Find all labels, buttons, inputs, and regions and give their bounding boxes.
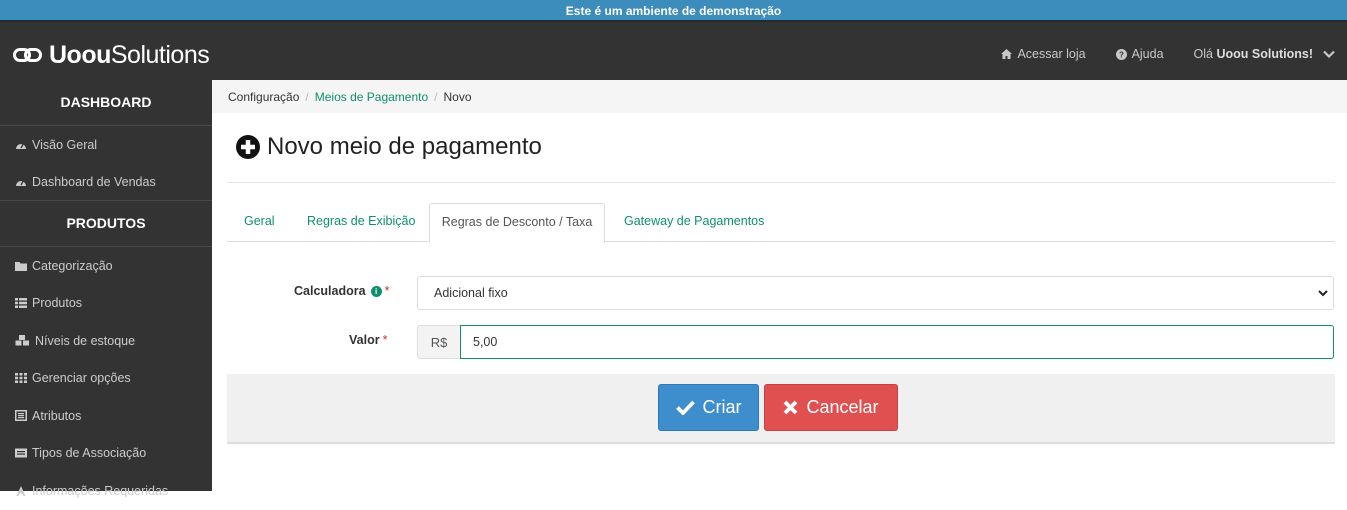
id-card-icon	[15, 448, 27, 458]
help-link-label: Ajuda	[1131, 47, 1164, 61]
calculator-select[interactable]: Adicional fixo	[417, 276, 1334, 310]
top-nav-links: Acessar loja ? Ajuda Olá Uoou Solutions!	[1001, 44, 1347, 64]
title-divider	[227, 182, 1335, 183]
sidebar-item-label: Atributos	[32, 408, 82, 423]
top-navbar: UoouSolutions Acessar loja ? Ajuda Olá U…	[0, 22, 1347, 80]
breadcrumb-separator: /	[305, 89, 309, 104]
sidebar-header-produtos: PRODUTOS	[0, 201, 212, 247]
sidebar-item-label: Dashboard de Vendas	[32, 174, 156, 189]
dashboard-icon	[16, 142, 26, 149]
dashboard-icon	[16, 179, 26, 186]
sidebar-header-dashboard: DASHBOARD	[0, 80, 212, 126]
check-icon	[675, 400, 695, 415]
list-icon	[15, 298, 27, 309]
required-marker: *	[382, 333, 388, 347]
create-button-label: Criar	[702, 397, 742, 417]
cancel-button[interactable]: Cancelar	[764, 384, 898, 431]
breadcrumb-meios-pagamento[interactable]: Meios de Pagamento	[315, 90, 428, 104]
svg-text:?: ?	[1119, 50, 1124, 59]
sidebar-item-label: Tipos de Associação	[32, 446, 147, 461]
value-label: Valor *	[349, 333, 387, 347]
question-circle-icon: ?	[1115, 48, 1127, 60]
sidebar-item-label: Gerenciar opções	[32, 371, 131, 386]
close-icon	[784, 400, 798, 415]
tab-regras-exibicao[interactable]: Regras de Exibição	[307, 203, 415, 242]
breadcrumb-configuracao[interactable]: Configuração	[228, 90, 299, 104]
cubes-icon	[15, 335, 29, 346]
sidebar-item-produtos[interactable]: Produtos	[0, 285, 212, 323]
tab-bar: Geral Regras de Exibição Regras de Desco…	[227, 203, 1335, 243]
plus-circle-icon	[236, 135, 260, 159]
brand-name: UoouSolutions	[49, 40, 210, 69]
breadcrumb-separator: /	[434, 89, 438, 104]
sidebar-item-label: Níveis de estoque	[35, 333, 136, 348]
user-menu[interactable]: Olá Uoou Solutions!	[1194, 47, 1347, 61]
user-name: Uoou Solutions!	[1216, 47, 1313, 61]
calculator-selected-value: Adicional fixo	[434, 286, 508, 300]
info-icon[interactable]: i	[370, 285, 382, 297]
chevron-down-icon	[1318, 290, 1328, 297]
store-link[interactable]: Acessar loja	[1001, 47, 1086, 61]
cancel-button-label: Cancelar	[806, 397, 879, 417]
create-button[interactable]: Criar	[658, 384, 759, 431]
store-link-label: Acessar loja	[1017, 47, 1086, 61]
page-title: Novo meio de pagamento	[267, 133, 542, 160]
tab-geral[interactable]: Geral	[244, 203, 275, 242]
sidebar-item-tipos-associacao[interactable]: Tipos de Associação	[0, 435, 212, 473]
sidebar-item-gerenciar-opcoes[interactable]: Gerenciar opções	[0, 360, 212, 398]
tab-regras-desconto-taxa[interactable]: Regras de Desconto / Taxa	[429, 203, 605, 243]
form-actions: Criar Cancelar	[227, 374, 1335, 444]
breadcrumb: Configuração / Meios de Pagamento / Novo	[212, 80, 1347, 113]
currency-addon: R$	[417, 325, 460, 359]
sidebar-item-atributos[interactable]: Atributos	[0, 397, 212, 435]
demo-banner: Este é um ambiente de demonstração	[0, 0, 1347, 20]
sidebar-item-niveis-estoque[interactable]: Níveis de estoque	[0, 322, 212, 360]
required-marker: *	[384, 284, 390, 298]
brand-mark-icon	[13, 45, 45, 65]
list-alt-icon	[15, 410, 27, 422]
sidebar: DASHBOARD Visão Geral Dashboard de Venda…	[0, 80, 212, 498]
page-header: Novo meio de pagamento	[236, 133, 542, 161]
chevron-down-icon	[1323, 50, 1335, 58]
home-icon	[1001, 49, 1013, 59]
breadcrumb-current: Novo	[443, 89, 472, 104]
greeting-text: Olá	[1193, 47, 1213, 61]
value-label-text: Valor	[349, 333, 380, 347]
sidebar-item-dashboard-vendas[interactable]: Dashboard de Vendas	[0, 164, 212, 201]
sidebar-item-visao-geral[interactable]: Visão Geral	[0, 126, 212, 164]
tab-gateway-pagamentos[interactable]: Gateway de Pagamentos	[624, 203, 764, 242]
grid-icon	[15, 373, 27, 384]
value-input-text: 5,00	[473, 335, 498, 349]
sidebar-item-categorizacao[interactable]: Categorização	[0, 247, 212, 285]
folder-icon	[15, 261, 27, 271]
value-input[interactable]: 5,00	[460, 325, 1334, 359]
calculator-label: Calculadora i *	[294, 284, 389, 298]
sidebar-item-label: Visão Geral	[32, 137, 98, 152]
brand-logo[interactable]: UoouSolutions	[13, 40, 210, 69]
help-link[interactable]: ? Ajuda	[1115, 47, 1164, 61]
sidebar-item-label: Produtos	[32, 296, 83, 311]
calculator-label-text: Calculadora	[294, 284, 366, 298]
sidebar-item-label: Categorização	[32, 258, 113, 273]
